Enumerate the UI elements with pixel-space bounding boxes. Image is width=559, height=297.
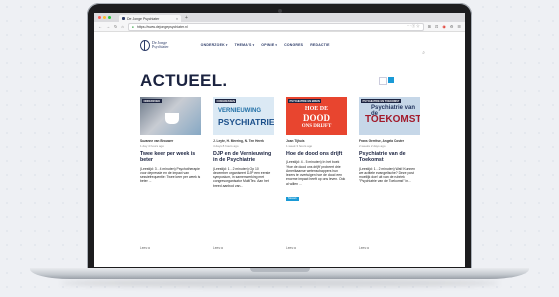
url-bar: ← → ↻ ⌂ ● https://www.dejongepsychiater.…	[94, 22, 465, 32]
nav-item-opinie[interactable]: OPINIE▾	[261, 43, 277, 47]
view-toggle	[379, 77, 394, 85]
extension-icon[interactable]: ◉	[442, 24, 446, 29]
laptop-shadow	[60, 279, 500, 287]
article-title[interactable]: DJP en de Vernieuwing in de Psychiatrie	[213, 151, 274, 164]
reload-button[interactable]: ↻	[114, 24, 117, 29]
title-row: ACTUEEL.	[94, 58, 465, 91]
article-excerpt: (Leestijd: 3 - 4 minuten) Psychotherapie…	[140, 166, 201, 184]
category-badge[interactable]: PSYCHIATRIE EN TOEKOMST	[361, 99, 401, 103]
close-window-icon[interactable]	[98, 16, 101, 19]
nav-item-redactie[interactable]: REDACTIE	[310, 43, 330, 47]
chevron-down-icon: ▾	[275, 43, 278, 47]
grid-view-icon[interactable]	[388, 77, 394, 83]
read-more-link[interactable]: Lees ⧉	[213, 246, 223, 250]
article-image[interactable]: ONDERZOEK	[140, 97, 201, 135]
search-icon[interactable]: ⌕	[422, 50, 425, 56]
category-badge[interactable]: PSYCHIATRIE EN BREIN	[288, 99, 322, 103]
site-logo[interactable]: De Jonge Psychiater	[140, 39, 169, 51]
category-badge[interactable]: ONDERZOEK	[142, 99, 162, 103]
article-author: Frans Gerritse, Angela Coster	[359, 139, 405, 143]
lock-icon: ●	[131, 24, 134, 29]
read-more-link[interactable]: Lees ⧉	[359, 246, 369, 250]
image-text: TOEKOMST	[365, 114, 420, 125]
site-header: De Jonge Psychiater ONDERZOEK▾ THEMA'S▾ …	[94, 32, 465, 58]
image-text: DOOD	[303, 113, 330, 123]
image-text: VERNIEUWING	[218, 108, 262, 114]
article-image[interactable]: CONGRESSEN VERNIEUWING PSYCHIATRIE	[213, 97, 274, 135]
article-excerpt: (Leestijd: 4 - 5 minuten) In het boek 'H…	[286, 160, 346, 186]
tag-badge[interactable]: Nieuws	[286, 196, 299, 201]
article-grid: ONDERZOEK Suzanne van Brouwer 1 day 4 ho…	[94, 91, 465, 250]
read-more-link[interactable]: Lees ⧉	[286, 246, 296, 250]
menu-icon[interactable]: ☰	[457, 24, 461, 29]
browser-tab[interactable]: De Jonge Psychiater ×	[119, 15, 181, 22]
page-actions-icon[interactable]: ··· ⓥ ☆	[407, 24, 419, 29]
maximize-window-icon[interactable]	[108, 16, 111, 19]
address-field[interactable]: ● https://www.dejongepsychiater.nl ··· ⓥ…	[127, 22, 424, 31]
image-text: HOE DE	[304, 106, 329, 112]
home-button[interactable]: ⌂	[121, 24, 123, 29]
article-date: 2 weeks 2 days ago	[359, 144, 386, 148]
article-date: 4 days 8 hours ago	[213, 144, 239, 148]
list-view-icon[interactable]	[379, 77, 387, 85]
article-title[interactable]: Twee keer per week is beter	[140, 151, 201, 164]
laptop-notch	[250, 268, 310, 272]
article-card[interactable]: ONDERZOEK Suzanne van Brouwer 1 day 4 ho…	[140, 97, 201, 250]
main-nav: ONDERZOEK▾ THEMA'S▾ OPINIE▾ CONGRES REDA…	[201, 43, 330, 47]
nav-item-themas[interactable]: THEMA'S▾	[235, 43, 255, 47]
chevron-down-icon: ▾	[252, 43, 255, 47]
laptop-base	[30, 268, 529, 279]
article-author: J. Leyte, H. Meering, N. Ten Heerk	[213, 139, 264, 143]
browser-window: De Jonge Psychiater × + ← → ↻ ⌂ ● https:…	[94, 13, 465, 267]
article-card[interactable]: PSYCHIATRIE EN TOEKOMST Psychiatrie van …	[359, 97, 420, 250]
back-button[interactable]: ←	[98, 24, 102, 29]
article-author: Joan Tijhuis	[286, 139, 305, 143]
article-title[interactable]: Hoe de dood ons drijft	[286, 151, 347, 157]
minimize-window-icon[interactable]	[103, 16, 106, 19]
category-badge[interactable]: CONGRESSEN	[215, 99, 237, 103]
article-date: 1 day 4 hours ago	[140, 144, 165, 148]
sidebar-icon[interactable]: ⊡	[435, 24, 438, 29]
toolbar-icons: ⊞ ⊡ ◉ ⚙ ☰	[428, 24, 461, 29]
logo-icon	[140, 39, 150, 51]
article-image[interactable]: PSYCHIATRIE EN TOEKOMST Psychiatrie van …	[359, 97, 420, 135]
nav-item-onderzoek[interactable]: ONDERZOEK▾	[201, 43, 228, 47]
article-excerpt: (Leestijd: 1 - 2 minuten) Op 10 december…	[213, 166, 271, 188]
article-title[interactable]: Psychiatrie van de Toekomst	[359, 151, 420, 164]
address-text: https://www.dejongepsychiater.nl	[136, 24, 188, 29]
article-date: 1 week 3 hours ago	[286, 144, 313, 148]
article-excerpt: (Leestijd: 1 - 2 minuten) Wat! Kunnen we…	[359, 166, 416, 184]
article-image[interactable]: PSYCHIATRIE EN BREIN HOE DE DOOD ONS DRI…	[286, 97, 347, 135]
article-card[interactable]: PSYCHIATRIE EN BREIN HOE DE DOOD ONS DRI…	[286, 97, 347, 250]
coffee-cup-icon	[165, 113, 179, 124]
chevron-down-icon: ▾	[225, 43, 228, 47]
new-tab-button[interactable]: +	[185, 15, 188, 21]
article-author: Suzanne van Brouwer	[140, 139, 174, 143]
library-icon[interactable]: ⊞	[428, 24, 431, 29]
tab-bar: De Jonge Psychiater × +	[94, 13, 465, 22]
favicon-icon	[122, 17, 125, 20]
settings-icon[interactable]: ⚙	[450, 24, 454, 29]
read-more-link[interactable]: Lees ⧉	[140, 246, 150, 250]
nav-item-congres[interactable]: CONGRES	[284, 43, 303, 47]
logo-text: De Jonge Psychiater	[152, 41, 169, 49]
forward-button[interactable]: →	[106, 24, 110, 29]
image-text: ONS DRIJFT	[301, 124, 332, 129]
article-card[interactable]: CONGRESSEN VERNIEUWING PSYCHIATRIE J. Le…	[213, 97, 274, 250]
image-text: PSYCHIATRIE	[218, 117, 274, 127]
tab-title: De Jonge Psychiater	[127, 16, 160, 21]
logo-line2: Psychiater	[152, 44, 169, 49]
tab-close-icon[interactable]: ×	[176, 17, 178, 21]
page-title: ACTUEEL.	[140, 71, 228, 90]
